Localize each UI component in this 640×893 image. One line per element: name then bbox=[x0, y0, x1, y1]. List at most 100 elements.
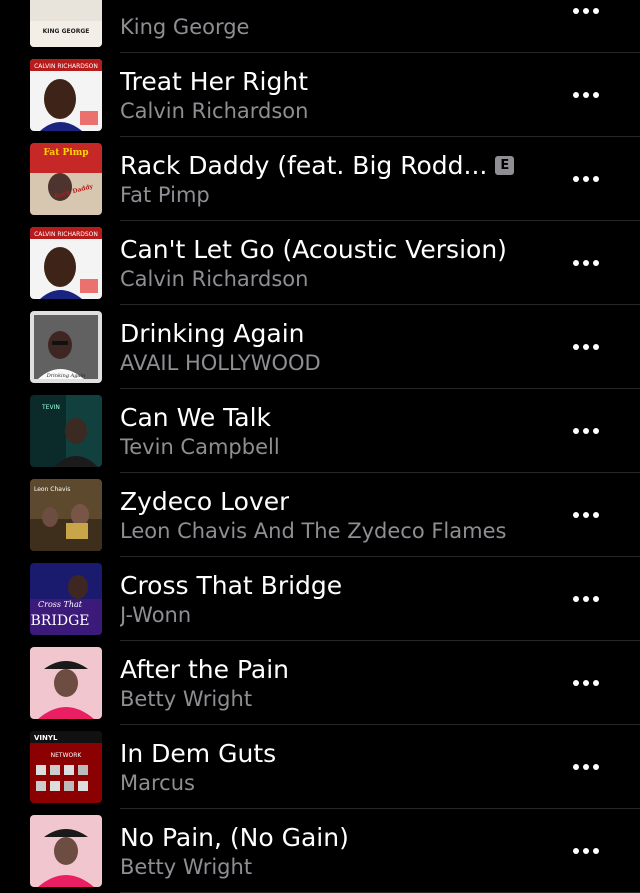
more-dot-icon bbox=[583, 92, 589, 98]
album-artwork: Leon Chavis bbox=[30, 479, 102, 551]
more-dot-icon bbox=[573, 764, 579, 770]
svg-text:CALVIN RICHARDSON: CALVIN RICHARDSON bbox=[34, 63, 98, 70]
more-dot-icon bbox=[583, 848, 589, 854]
more-dot-icon bbox=[593, 848, 599, 854]
more-dot-icon bbox=[573, 428, 579, 434]
more-dot-icon bbox=[583, 176, 589, 182]
svg-text:Drinking Again: Drinking Again bbox=[46, 373, 85, 379]
more-dot-icon bbox=[593, 428, 599, 434]
more-options-button[interactable] bbox=[562, 499, 610, 531]
song-title: Treat Her Right bbox=[120, 66, 309, 96]
song-title: After the Pain bbox=[120, 654, 290, 684]
album-artwork: VINYL NETWORK bbox=[30, 731, 102, 803]
song-artist: Calvin Richardson bbox=[120, 267, 309, 291]
album-artwork: Drinking Again bbox=[30, 311, 102, 383]
album-artwork: CALVIN RICHARDSON bbox=[30, 227, 102, 299]
song-artist: Betty Wright bbox=[120, 687, 253, 711]
more-options-button[interactable] bbox=[562, 163, 610, 195]
more-dot-icon bbox=[573, 92, 579, 98]
more-options-button[interactable] bbox=[562, 247, 610, 279]
album-artwork: CALVIN RICHARDSON bbox=[30, 59, 102, 131]
more-options-button[interactable] bbox=[562, 0, 610, 27]
more-dot-icon bbox=[583, 344, 589, 350]
song-title: No Pain, (No Gain) bbox=[120, 822, 349, 852]
more-options-button[interactable] bbox=[562, 415, 610, 447]
song-title: Cross That Bridge bbox=[120, 570, 343, 600]
song-title: Can We Talk bbox=[120, 402, 272, 432]
song-artist: J-Wonn bbox=[120, 603, 192, 627]
song-artist: Fat Pimp bbox=[120, 183, 210, 207]
svg-text:NETWORK: NETWORK bbox=[51, 752, 83, 759]
more-dot-icon bbox=[573, 176, 579, 182]
more-dot-icon bbox=[573, 848, 579, 854]
song-artist: Leon Chavis And The Zydeco Flames bbox=[120, 519, 507, 543]
more-options-button[interactable] bbox=[562, 667, 610, 699]
more-dot-icon bbox=[593, 764, 599, 770]
album-artwork: Cross That BRIDGE bbox=[30, 563, 102, 635]
album-artwork: Fat Pimp Rack Daddy bbox=[30, 143, 102, 215]
more-dot-icon bbox=[573, 260, 579, 266]
more-dot-icon bbox=[583, 764, 589, 770]
song-title: Zydeco Lover bbox=[120, 486, 290, 516]
more-dot-icon bbox=[593, 512, 599, 518]
song-artist: Tevin Campbell bbox=[120, 435, 280, 459]
more-dot-icon bbox=[583, 680, 589, 686]
album-artwork: TEVIN bbox=[30, 395, 102, 467]
song-row[interactable]: Fat Pimp Rack Daddy Rack Daddy (feat. Bi… bbox=[0, 137, 640, 221]
more-dot-icon bbox=[593, 680, 599, 686]
more-dot-icon bbox=[583, 512, 589, 518]
explicit-badge: E bbox=[495, 155, 515, 175]
more-dot-icon bbox=[593, 596, 599, 602]
more-dot-icon bbox=[573, 344, 579, 350]
song-row[interactable]: VINYL NETWORK In Dem Guts Marcus bbox=[0, 725, 640, 809]
more-dot-icon bbox=[593, 344, 599, 350]
song-title: Rack Daddy (feat. Big Rodd... bbox=[120, 150, 488, 180]
song-artist: King George bbox=[120, 15, 250, 39]
svg-text:CALVIN RICHARDSON: CALVIN RICHARDSON bbox=[34, 231, 98, 238]
more-options-button[interactable] bbox=[562, 79, 610, 111]
svg-text:TEVIN: TEVIN bbox=[41, 404, 60, 411]
svg-text:VINYL: VINYL bbox=[34, 734, 58, 742]
more-options-button[interactable] bbox=[562, 751, 610, 783]
more-dot-icon bbox=[573, 512, 579, 518]
more-dot-icon bbox=[583, 8, 589, 14]
song-title: Can't Let Go (Acoustic Version) bbox=[120, 234, 507, 264]
song-row[interactable]: KING GEORGE King George bbox=[0, 0, 640, 53]
album-artwork bbox=[30, 815, 102, 887]
more-dot-icon bbox=[593, 176, 599, 182]
more-options-button[interactable] bbox=[562, 583, 610, 615]
song-row[interactable]: CALVIN RICHARDSON Treat Her Right Calvin… bbox=[0, 53, 640, 137]
song-title: Drinking Again bbox=[120, 318, 305, 348]
song-row[interactable]: CALVIN RICHARDSON Can't Let Go (Acoustic… bbox=[0, 221, 640, 305]
more-dot-icon bbox=[593, 92, 599, 98]
album-artwork: KING GEORGE bbox=[30, 0, 102, 47]
svg-text:KING GEORGE: KING GEORGE bbox=[43, 28, 90, 35]
svg-text:Leon Chavis: Leon Chavis bbox=[34, 486, 70, 493]
song-artist: Calvin Richardson bbox=[120, 99, 309, 123]
more-options-button[interactable] bbox=[562, 835, 610, 867]
song-row[interactable]: No Pain, (No Gain) Betty Wright bbox=[0, 809, 640, 893]
svg-text:Cross That: Cross That bbox=[38, 600, 83, 609]
song-artist: Marcus bbox=[120, 771, 195, 795]
song-row[interactable]: Cross That BRIDGE Cross That Bridge J-Wo… bbox=[0, 557, 640, 641]
more-dot-icon bbox=[593, 8, 599, 14]
song-row[interactable]: After the Pain Betty Wright bbox=[0, 641, 640, 725]
more-dot-icon bbox=[583, 596, 589, 602]
song-row[interactable]: TEVIN Can We Talk Tevin Campbell bbox=[0, 389, 640, 473]
song-list: KING GEORGE King George CALVIN RICHARDSO… bbox=[0, 0, 640, 893]
song-row[interactable]: Drinking Again Drinking Again AVAIL HOLL… bbox=[0, 305, 640, 389]
more-dot-icon bbox=[573, 680, 579, 686]
song-title: In Dem Guts bbox=[120, 738, 277, 768]
song-artist: AVAIL HOLLYWOOD bbox=[120, 351, 321, 375]
more-dot-icon bbox=[573, 596, 579, 602]
more-dot-icon bbox=[593, 260, 599, 266]
song-row[interactable]: Leon Chavis Zydeco Lover Leon Chavis And… bbox=[0, 473, 640, 557]
album-artwork bbox=[30, 647, 102, 719]
more-options-button[interactable] bbox=[562, 331, 610, 363]
svg-text:Fat Pimp: Fat Pimp bbox=[43, 148, 88, 158]
more-dot-icon bbox=[573, 8, 579, 14]
song-artist: Betty Wright bbox=[120, 855, 253, 879]
more-dot-icon bbox=[583, 428, 589, 434]
svg-text:BRIDGE: BRIDGE bbox=[31, 613, 90, 629]
more-dot-icon bbox=[583, 260, 589, 266]
